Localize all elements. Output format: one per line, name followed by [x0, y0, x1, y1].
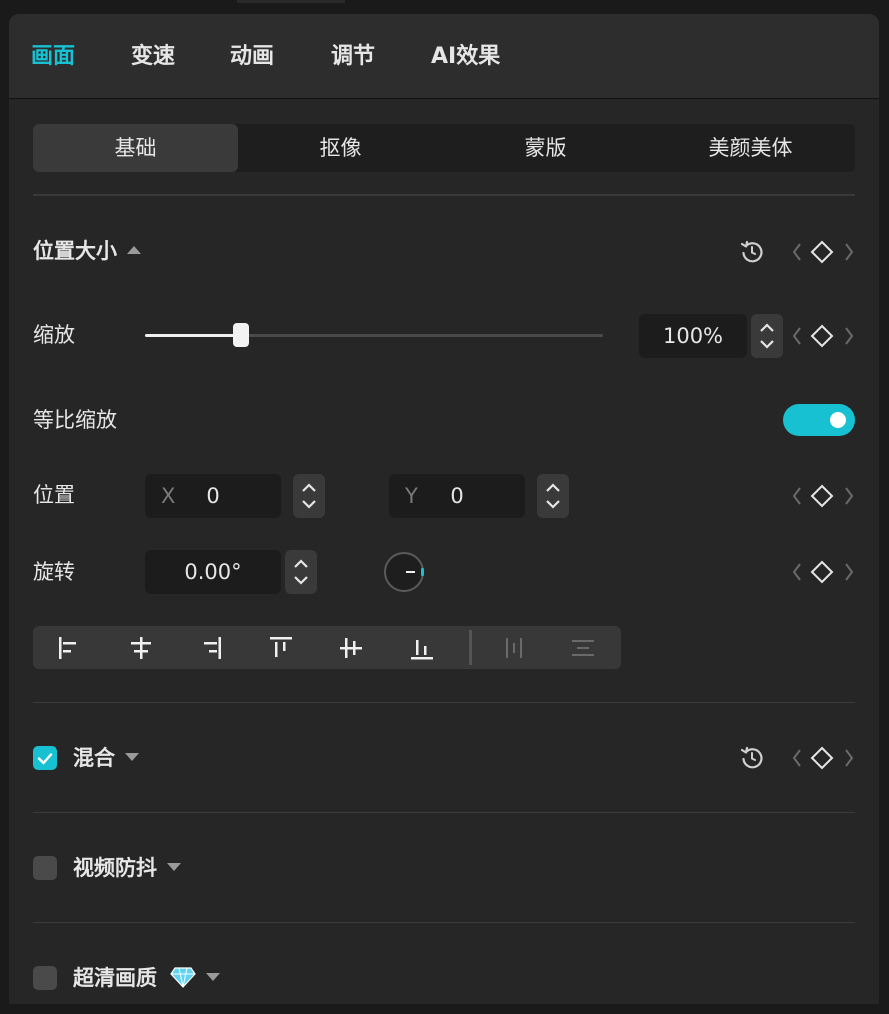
- expand-caret-icon: [125, 753, 139, 761]
- top-tab-bar: 画面 变速 动画 调节 AI效果: [9, 14, 879, 99]
- tab-picture[interactable]: 画面: [31, 42, 75, 72]
- keyframe-nav[interactable]: [791, 237, 855, 267]
- rotation-stepper[interactable]: [285, 550, 317, 594]
- stabilization-checkbox[interactable]: [33, 856, 57, 880]
- toggle-knob: [830, 412, 846, 428]
- subtab-beauty[interactable]: 美颜美体: [648, 124, 853, 172]
- super-resolution-title: 超清画质: [73, 966, 157, 990]
- scale-slider-fill: [145, 334, 242, 337]
- tab-ai-effects[interactable]: AI效果: [431, 42, 500, 72]
- section-divider: [33, 194, 855, 196]
- rotation-value: 0.00°: [184, 560, 242, 584]
- rotation-dial[interactable]: [384, 552, 424, 592]
- section-divider: [33, 812, 855, 813]
- super-resolution-checkbox[interactable]: [33, 966, 57, 990]
- rotation-keyframe-nav[interactable]: [791, 557, 855, 587]
- properties-panel: 画面 变速 动画 调节 AI效果 基础 抠像 蒙版 美颜美体 位置大小 缩放 1…: [9, 14, 879, 1004]
- rotation-label: 旋转: [33, 560, 75, 584]
- stabilization-title: 视频防抖: [73, 856, 157, 880]
- expand-caret-icon: [206, 973, 221, 981]
- stabilization-header[interactable]: 视频防抖: [73, 853, 181, 883]
- position-label: 位置: [33, 483, 75, 507]
- diamond-icon: [170, 967, 197, 988]
- sub-tab-bar: 基础 抠像 蒙版 美颜美体: [33, 124, 855, 172]
- align-center-horizontal-icon[interactable]: [125, 632, 157, 664]
- position-x-value: 0: [206, 484, 220, 508]
- subtab-mask[interactable]: 蒙版: [443, 124, 648, 172]
- uniform-scale-label: 等比缩放: [33, 408, 117, 432]
- position-size-title: 位置大小: [33, 239, 117, 263]
- tab-adjust[interactable]: 调节: [331, 42, 375, 72]
- scale-slider-thumb[interactable]: [233, 323, 250, 347]
- position-x-input[interactable]: X 0: [145, 474, 281, 518]
- window-notch: [237, 0, 345, 3]
- subtab-basic[interactable]: 基础: [33, 124, 238, 172]
- align-toolbar-separator: [469, 630, 472, 665]
- align-right-icon[interactable]: [195, 632, 227, 664]
- blend-reset-icon[interactable]: [737, 743, 767, 773]
- rotation-input[interactable]: 0.00°: [145, 550, 281, 594]
- align-center-vertical-icon[interactable]: [335, 632, 367, 664]
- scale-keyframe-nav[interactable]: [791, 321, 855, 351]
- scale-stepper[interactable]: [751, 314, 783, 358]
- section-divider: [33, 702, 855, 703]
- scale-input[interactable]: 100%: [639, 314, 747, 358]
- super-resolution-header[interactable]: 超清画质: [73, 963, 221, 993]
- collapse-caret-icon: [127, 246, 141, 254]
- align-left-icon[interactable]: [53, 632, 85, 664]
- rotation-dial-marker: [421, 568, 424, 576]
- scale-value: 100%: [662, 324, 724, 348]
- blend-header[interactable]: 混合: [73, 743, 139, 773]
- expand-caret-icon: [167, 863, 181, 871]
- section-divider: [33, 922, 855, 923]
- blend-keyframe-nav[interactable]: [791, 743, 855, 773]
- scale-label: 缩放: [33, 323, 75, 347]
- position-x-stepper[interactable]: [293, 474, 325, 518]
- reset-icon[interactable]: [737, 237, 767, 267]
- subtab-cutout[interactable]: 抠像: [238, 124, 443, 172]
- position-y-value: 0: [450, 484, 464, 508]
- position-y-stepper[interactable]: [537, 474, 569, 518]
- blend-checkbox[interactable]: [33, 746, 57, 770]
- uniform-scale-toggle[interactable]: [783, 404, 855, 436]
- distribute-vertical-icon[interactable]: [567, 632, 599, 664]
- position-y-input[interactable]: Y 0: [389, 474, 525, 518]
- position-keyframe-nav[interactable]: [791, 481, 855, 511]
- align-bottom-icon[interactable]: [406, 632, 438, 664]
- align-top-icon[interactable]: [265, 632, 297, 664]
- rotation-dial-hand: [406, 571, 415, 573]
- blend-title: 混合: [73, 746, 115, 770]
- position-size-header[interactable]: 位置大小: [33, 236, 141, 266]
- align-toolbar: [33, 626, 621, 669]
- scale-slider[interactable]: [145, 323, 603, 347]
- tab-animation[interactable]: 动画: [230, 42, 274, 72]
- tab-speed[interactable]: 变速: [131, 42, 175, 72]
- distribute-horizontal-icon[interactable]: [498, 632, 530, 664]
